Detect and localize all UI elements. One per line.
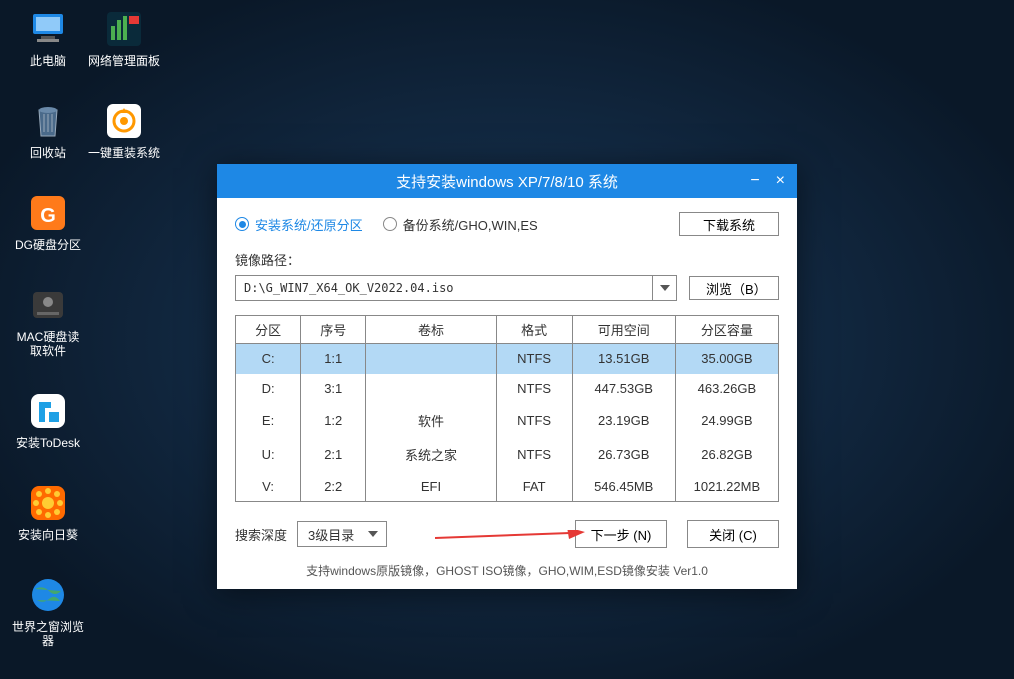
desktop-icon-sunflower[interactable]: 安装向日葵 [12,482,84,542]
desktop-icon-label: 安装向日葵 [18,528,78,542]
todesk-icon [27,390,69,432]
radio-install[interactable]: 安装系统/还原分区 [235,215,363,234]
titlebar[interactable]: 支持安装windows XP/7/8/10 系统 − × [217,164,797,198]
search-depth-label: 搜索深度 [235,525,287,544]
netpanel-icon [103,8,145,50]
image-path-value: D:\G_WIN7_X64_OK_V2022.04.iso [236,281,652,295]
col-header: 卷标 [366,316,496,344]
col-header: 序号 [301,316,366,344]
col-header: 分区容量 [675,316,778,344]
desktop-icon-label: 世界之窗浏览器 [12,620,84,648]
window-title: 支持安装windows XP/7/8/10 系统 [396,171,618,192]
chevron-down-icon [368,531,378,537]
desktop-icon-todesk[interactable]: 安装ToDesk [12,390,84,450]
desktop-icon-label: 安装ToDesk [16,436,80,450]
svg-text:G: G [40,205,56,227]
sunflower-icon [27,482,69,524]
desktop-icon-label: 回收站 [30,146,66,160]
image-path-combo[interactable]: D:\G_WIN7_X64_OK_V2022.04.iso [235,275,677,301]
dg-icon: G [27,192,69,234]
pc-icon [27,8,69,50]
desktop-icon-bin[interactable]: 回收站 [12,100,84,160]
radio-icon [235,217,249,231]
desktop-icon-netpanel[interactable]: 网络管理面板 [88,8,160,68]
col-header: 格式 [496,316,572,344]
radio-icon [383,217,397,231]
bin-icon [27,100,69,142]
download-button[interactable]: 下载系统 [679,212,779,236]
table-row[interactable]: U:2:1系统之家NTFS26.73GB26.82GB [236,438,779,472]
desktop-icon-reinstall[interactable]: 一键重装系统 [88,100,160,160]
partition-table: 分区序号卷标格式可用空间分区容量 C:1:1NTFS13.51GB35.00GB… [235,315,779,502]
desktop-icon-label: 一键重装系统 [88,146,160,160]
desktop-icon-label: 此电脑 [30,54,66,68]
desktop-icon-label: MAC硬盘读取软件 [12,330,84,358]
col-header: 可用空间 [572,316,675,344]
image-path-label: 镜像路径： [235,250,779,269]
close-button[interactable]: 关闭 (C) [687,520,779,548]
radio-backup[interactable]: 备份系统/GHO,WIN,ES [383,215,538,234]
search-depth-select[interactable]: 3级目录 [297,521,387,547]
footer-text: 支持windows原版镜像，GHOST ISO镜像，GHO,WIM,ESD镜像安… [217,556,797,589]
chevron-down-icon[interactable] [652,276,676,300]
table-row[interactable]: D:3:1NTFS447.53GB463.26GB [236,374,779,404]
browse-button[interactable]: 浏览（B） [689,276,779,300]
table-row[interactable]: E:1:2软件NTFS23.19GB24.99GB [236,404,779,438]
installer-window: 支持安装windows XP/7/8/10 系统 − × 安装系统/还原分区 备… [217,164,797,589]
desktop-icon-pc[interactable]: 此电脑 [12,8,84,68]
arrow-annotation [435,530,585,542]
table-row[interactable]: C:1:1NTFS13.51GB35.00GB [236,344,779,374]
reinstall-icon [103,100,145,142]
col-header: 分区 [236,316,301,344]
desktop-icon-dg[interactable]: G DG硬盘分区 [12,192,84,252]
mac-icon [27,284,69,326]
desktop-icon-mac[interactable]: MAC硬盘读取软件 [12,284,84,358]
desktop-icon-globe[interactable]: 世界之窗浏览器 [12,574,84,648]
desktop-icon-label: 网络管理面板 [88,54,160,68]
table-row[interactable]: V:2:2EFIFAT546.45MB1021.22MB [236,472,779,502]
globe-icon [27,574,69,616]
desktop-icon-label: DG硬盘分区 [15,238,81,252]
next-button[interactable]: 下一步 (N) [575,520,667,548]
close-icon[interactable]: × [776,172,785,190]
minimize-icon[interactable]: − [750,172,759,190]
